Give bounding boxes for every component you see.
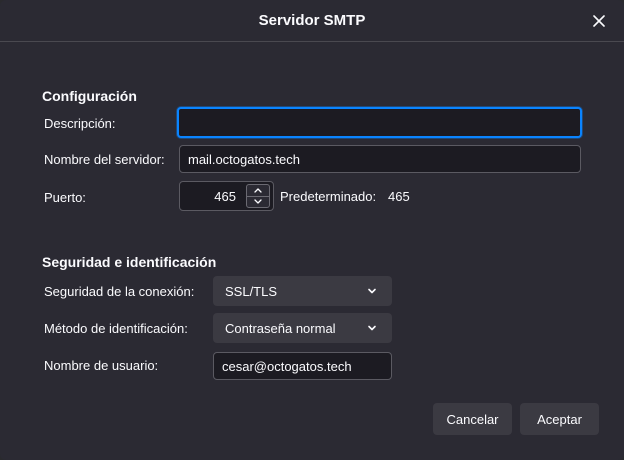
connection-security-label: Seguridad de la conexión:: [44, 284, 195, 299]
accept-button[interactable]: Aceptar: [520, 403, 599, 435]
connection-security-value: SSL/TLS: [225, 283, 278, 299]
port-decrement-button[interactable]: [246, 195, 270, 208]
cancel-button[interactable]: Cancelar: [433, 403, 512, 435]
auth-method-select[interactable]: Contraseña normal: [213, 313, 392, 343]
port-stepper[interactable]: 465: [179, 181, 274, 211]
close-icon[interactable]: [588, 10, 610, 32]
default-port-value: 465: [388, 189, 410, 204]
server-name-label: Nombre del servidor:: [44, 152, 165, 167]
server-name-input[interactable]: mail.octogatos.tech: [179, 145, 581, 173]
dialog-titlebar: Servidor SMTP: [0, 0, 624, 42]
port-label: Puerto:: [44, 190, 86, 205]
connection-security-select[interactable]: SSL/TLS: [213, 276, 392, 306]
username-label: Nombre de usuario:: [44, 358, 159, 373]
chevron-down-icon: [368, 288, 376, 294]
description-label: Descripción:: [44, 116, 116, 131]
auth-method-label: Método de identificación:: [44, 321, 188, 336]
default-port-label: Predeterminado:: [280, 189, 377, 204]
chevron-down-icon: [368, 325, 376, 331]
port-value: 465: [214, 189, 236, 204]
chevron-up-icon: [254, 188, 262, 193]
dialog-title: Servidor SMTP: [258, 12, 366, 29]
security-heading: Seguridad e identificación: [42, 254, 217, 270]
config-heading: Configuración: [42, 88, 137, 104]
auth-method-value: Contraseña normal: [225, 320, 336, 336]
port-stepper-buttons: [246, 184, 270, 208]
smtp-server-dialog: Servidor SMTP Configuración Descripción:…: [0, 0, 624, 460]
username-input[interactable]: cesar@octogatos.tech: [213, 352, 392, 380]
port-increment-button[interactable]: [246, 184, 270, 196]
chevron-down-icon: [254, 199, 262, 204]
description-input[interactable]: [177, 107, 582, 138]
